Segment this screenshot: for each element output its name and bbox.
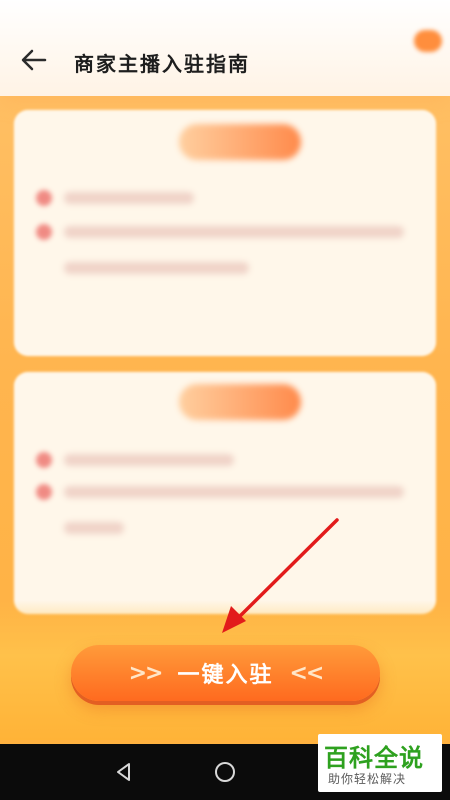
back-button[interactable] — [18, 44, 50, 76]
watermark-sub-text: 助你轻松解决 — [328, 772, 407, 786]
card-1-text-line-3 — [64, 262, 249, 274]
chevron-right-decoration: >> — [128, 660, 164, 686]
card-2-bullet-1 — [36, 452, 52, 468]
card-2-text-line-3 — [64, 522, 124, 534]
card-2-text-line-2 — [64, 486, 404, 498]
chevron-left-decoration: << — [289, 660, 325, 686]
info-card-1 — [14, 110, 436, 356]
card-1-text-line-1 — [64, 192, 194, 204]
card-2-heading-pill — [179, 384, 301, 420]
card-1-text-line-2 — [64, 226, 404, 238]
watermark-main-text: 百科全说 — [324, 744, 424, 772]
triangle-back-icon — [117, 763, 130, 781]
header: 商家主播入驻指南 — [0, 0, 450, 96]
arrow-left-icon — [21, 49, 47, 71]
card-1-heading-pill — [179, 124, 301, 160]
corner-badge — [414, 30, 442, 52]
info-card-2 — [14, 372, 436, 614]
card-1-bullet-1 — [36, 190, 52, 206]
one-click-join-label: 一键入驻 — [177, 663, 274, 688]
card-2-text-line-1 — [64, 454, 234, 466]
one-click-join-button[interactable]: >> 一键入驻 << — [71, 645, 380, 701]
circle-home-icon — [215, 762, 235, 782]
nav-back-button[interactable] — [108, 756, 140, 788]
nav-home-button[interactable] — [209, 756, 241, 788]
card-1-bullet-2 — [36, 224, 52, 240]
card-2-bullet-2 — [36, 484, 52, 500]
page-title: 商家主播入驻指南 — [74, 52, 250, 76]
watermark-logo: 百科全说 助你轻松解决 — [318, 734, 442, 792]
